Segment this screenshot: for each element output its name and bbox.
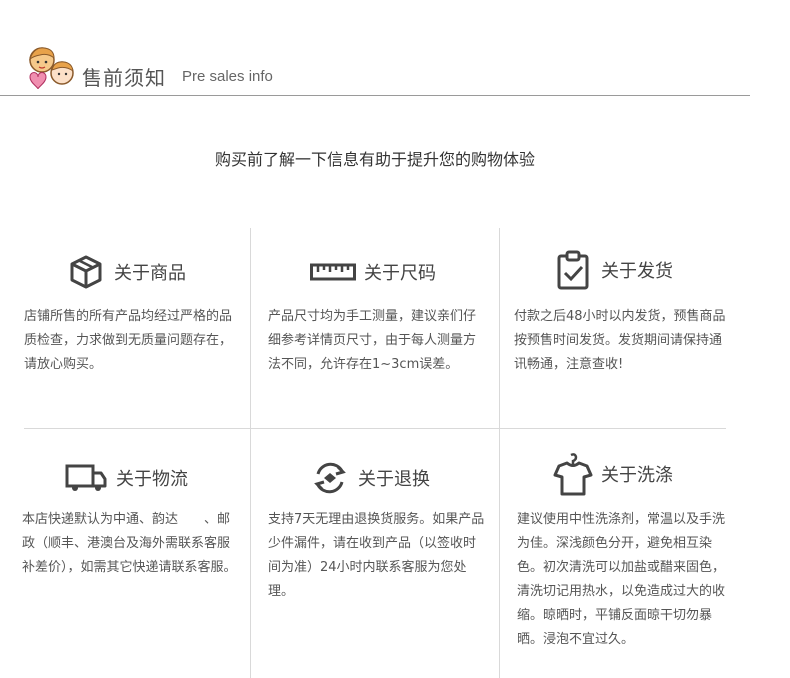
header: 售前须知 Pre sales info	[0, 40, 750, 96]
info-card-shipping-header: 关于发货	[553, 250, 673, 290]
info-card-washing-header: 关于洗涤	[553, 453, 673, 496]
info-card-title: 关于商品	[114, 263, 186, 284]
info-card-text: 本店快递默认为中通、韵达 、邮政（顺丰、港澳台及海外需联系客服补差价），如需其它…	[22, 512, 237, 575]
info-card-text: 付款之后48小时以内发货，预售商品按预售时间发货。发货期间请保持通讯畅通，注意查…	[514, 309, 726, 372]
info-card-exchange-header: 关于退换	[310, 458, 430, 498]
exchange-icon	[310, 458, 350, 498]
info-card-size-header: 关于尺码	[310, 252, 436, 292]
clipboard-check-icon	[553, 250, 593, 290]
info-card-text: 建议使用中性洗涤剂，常温以及手洗为佳。深浅颜色分开，避免相互染色。初次清洗可以加…	[517, 512, 726, 647]
box-icon	[66, 252, 106, 292]
shirt-hanger-icon	[553, 453, 593, 496]
info-card-title: 关于发货	[601, 261, 673, 282]
truck-icon	[64, 458, 108, 498]
info-card-title: 关于洗涤	[601, 465, 673, 486]
info-card-title: 关于物流	[116, 469, 188, 490]
grid-divider	[24, 428, 726, 429]
info-card-text: 支持7天无理由退换货服务。如果产品少件漏件，请在收到产品（以签收时间为准）24小…	[268, 512, 485, 599]
info-card-logistics-header: 关于物流	[64, 458, 188, 498]
info-card-goods-header: 关于商品	[66, 252, 186, 292]
subtitle: 购买前了解一下信息有助于提升您的购物体验	[214, 150, 535, 169]
grid-divider	[499, 228, 500, 678]
info-card-text: 产品尺寸均为手工测量，建议亲们仔细参考详情页尺寸，由于每人测量方法不同，允许存在…	[268, 309, 477, 372]
info-card-title: 关于尺码	[364, 263, 436, 284]
grid-divider	[250, 228, 251, 678]
info-card-text: 店铺所售的所有产品均经过严格的品质检查，力求做到无质量问题存在，请放心购买。	[24, 309, 233, 372]
section-title: 售前须知	[82, 66, 166, 90]
section-title-english: Pre sales info	[182, 68, 273, 85]
couple-avatar-logo-icon	[24, 43, 78, 91]
info-card-title: 关于退换	[358, 469, 430, 490]
ruler-icon	[310, 252, 356, 292]
